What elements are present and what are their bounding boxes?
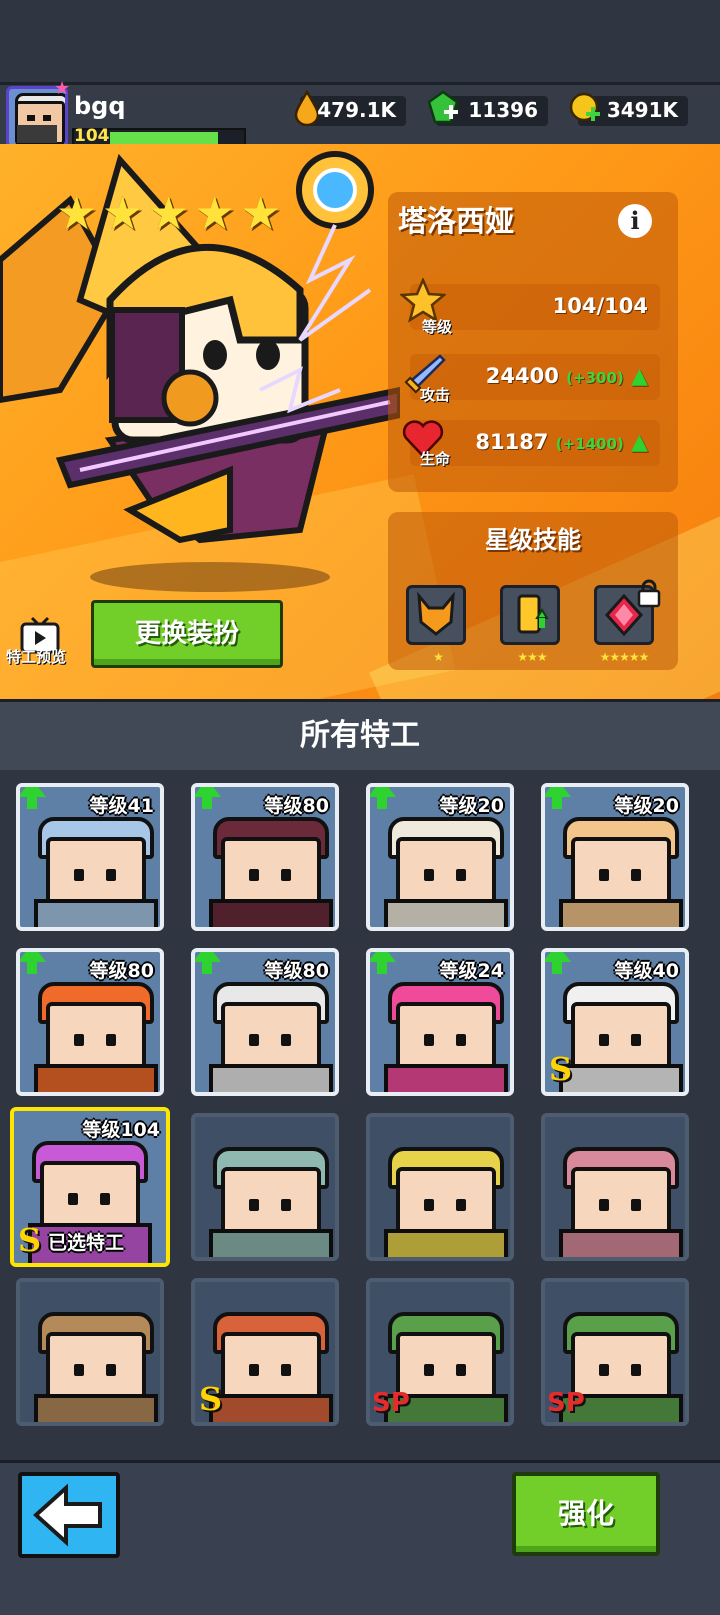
rank-s-badge: S — [549, 1050, 573, 1088]
preview-label[interactable]: 特工预览 — [6, 646, 66, 667]
agent-card[interactable]: SP — [541, 1278, 689, 1426]
hero-star-icon: ★ — [56, 186, 98, 240]
agent-card[interactable]: 等级80 — [191, 948, 339, 1096]
agent-body — [559, 899, 683, 927]
rank-s-badge: S — [199, 1380, 223, 1418]
agent-body — [209, 1229, 333, 1257]
hero-star-icon: ★ — [148, 186, 190, 240]
agent-card[interactable] — [16, 1278, 164, 1426]
stat-level-label: 等级 — [422, 318, 453, 336]
agent-level: 等级80 — [264, 795, 329, 817]
agent-level: 等级24 — [439, 960, 504, 982]
agent-body — [559, 1064, 683, 1092]
stat-attack-value: 24400 — [485, 364, 559, 388]
status-bar-area — [0, 0, 720, 82]
change-outfit-button[interactable]: 更换装扮 — [91, 600, 283, 668]
resource-oil-value: 479.1K — [317, 98, 396, 122]
agent-body — [384, 1229, 508, 1257]
skill-1-stars: ★ — [433, 650, 444, 664]
agent-card[interactable]: 等级40 S — [541, 948, 689, 1096]
agent-level: 等级40 — [614, 960, 679, 982]
hero-star-icon: ★ — [194, 186, 236, 240]
strengthen-button[interactable]: 强化 — [512, 1472, 660, 1556]
agent-card[interactable] — [191, 1113, 339, 1261]
agent-body — [559, 1229, 683, 1257]
info-icon[interactable]: i — [618, 204, 652, 238]
agent-body — [384, 1064, 508, 1092]
agent-level: 等级80 — [264, 960, 329, 982]
lock-icon — [637, 579, 661, 608]
hero-name: 塔洛西娅 — [398, 204, 515, 238]
stat-level-value: 104/104 — [552, 294, 648, 318]
agent-body — [209, 899, 333, 927]
resource-gem-value: 11396 — [468, 98, 538, 122]
agent-level: 等级20 — [614, 795, 679, 817]
skill-3-stars: ★★★★★ — [599, 650, 650, 664]
left-arrow-icon — [33, 1483, 102, 1547]
agent-card[interactable] — [541, 1113, 689, 1261]
stat-attack-label: 攻击 — [420, 386, 451, 404]
resource-coin[interactable]: 3491K — [569, 92, 688, 126]
star-skills-title: 星级技能 — [485, 526, 581, 554]
agent-card[interactable]: 等级20 — [541, 783, 689, 931]
rank-sp-badge: SP — [547, 1388, 585, 1418]
agent-body — [384, 899, 508, 927]
rank-s-badge: S — [18, 1221, 42, 1259]
agent-card[interactable]: 等级80 — [16, 948, 164, 1096]
green-gem-icon — [427, 90, 459, 124]
agents-title: 所有特工 — [300, 718, 420, 753]
skill-slot-2[interactable] — [500, 585, 560, 645]
back-button[interactable] — [18, 1472, 120, 1558]
up-arrow-icon: ▲ — [631, 430, 648, 455]
resource-oil[interactable]: 479.1K — [294, 90, 406, 126]
agent-card[interactable]: SP — [366, 1278, 514, 1426]
skill-2-stars: ★★★ — [517, 650, 547, 664]
agent-card[interactable]: 等级20 — [366, 783, 514, 931]
stat-hp-value: 81187 — [475, 430, 549, 454]
agent-body — [34, 1064, 158, 1092]
agent-body — [34, 899, 158, 927]
agent-card[interactable]: 等级80 — [191, 783, 339, 931]
agent-body — [209, 1064, 333, 1092]
hero-star-icon: ★ — [102, 186, 144, 240]
agent-card[interactable] — [366, 1113, 514, 1261]
agent-card[interactable]: 等级24 — [366, 948, 514, 1096]
hero-star-icon: ★ — [240, 186, 282, 240]
agent-card[interactable]: S — [191, 1278, 339, 1426]
skill-slot-1[interactable] — [406, 585, 466, 645]
badge-star-icon: ★ — [54, 78, 71, 99]
agent-card[interactable]: 等级41 — [16, 783, 164, 931]
battery-up-icon — [517, 594, 549, 634]
resource-coin-value: 3491K — [606, 98, 678, 122]
up-arrow-icon: ▲ — [631, 364, 648, 389]
agent-level: 等级41 — [89, 795, 154, 817]
rank-sp-badge: SP — [372, 1388, 410, 1418]
agent-body — [34, 1394, 158, 1422]
stat-hp-bonus: (+1400) — [555, 435, 624, 453]
agent-body — [209, 1394, 333, 1422]
agent-level: 等级20 — [439, 795, 504, 817]
agent-level: 等级104 — [82, 1119, 160, 1141]
player-name: bgq — [74, 92, 126, 120]
agent-level: 等级80 — [89, 960, 154, 982]
resource-gem[interactable]: 11396 — [427, 90, 548, 126]
gold-coin-icon — [569, 92, 600, 122]
fox-mask-icon — [417, 591, 455, 636]
stat-attack-bonus: (+300) — [566, 369, 624, 387]
stat-hp-label: 生命 — [420, 450, 451, 468]
selected-agent-label: 已选特工 — [48, 1232, 125, 1254]
